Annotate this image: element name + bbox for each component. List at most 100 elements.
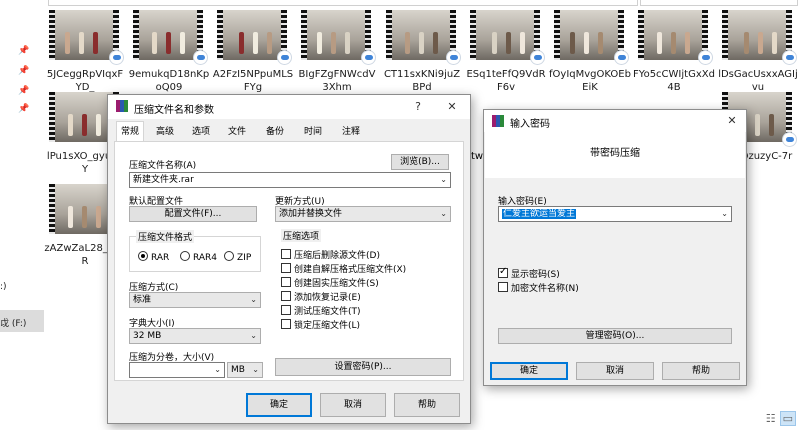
tab-time[interactable]: 时间 — [298, 123, 328, 141]
tab-files[interactable]: 文件 — [222, 123, 252, 141]
video-file-tile[interactable]: 5JCeggRpVIqxFYD_ — [44, 10, 126, 100]
archive-format-group: 压缩文件格式 RAR RAR4 ZIP — [129, 230, 261, 272]
update-mode-select[interactable]: 添加并替换文件 ⌄ — [275, 206, 451, 222]
tab-backup[interactable]: 备份 — [260, 123, 290, 141]
file-name-label: CT11sxKNi9juZBPd — [383, 69, 461, 93]
video-file-tile[interactable]: 9emukqD18nKpoQ09 — [128, 10, 210, 100]
cloud-sync-icon — [277, 50, 292, 65]
video-thumbnail — [638, 10, 708, 60]
archive-option-checkbox[interactable]: 创建固实压缩文件(S) — [281, 276, 379, 289]
archive-option-label: 压缩后删除源文件(D) — [294, 251, 380, 261]
nav-drive-f[interactable]: 戉 (F:) — [0, 316, 26, 329]
chevron-down-icon[interactable]: ⌄ — [440, 173, 447, 187]
video-file-tile[interactable]: A2FzI5NPpuMLSFYg — [212, 10, 294, 100]
browse-button[interactable]: 浏览(B)... — [391, 154, 449, 170]
chevron-down-icon: ⌄ — [250, 295, 257, 304]
tab-options[interactable]: 选项 — [186, 123, 216, 141]
video-thumbnail — [133, 10, 203, 60]
archive-dialog-titlebar[interactable]: 压缩文件名和参数 ? ✕ — [108, 95, 470, 119]
radio-selected-icon — [138, 251, 148, 261]
pin-icon: 📌 — [18, 66, 30, 76]
password-dialog-heading: 带密码压缩 — [590, 148, 640, 159]
chevron-down-icon[interactable]: ⌄ — [214, 363, 221, 377]
chevron-down-icon: ⌄ — [252, 365, 259, 374]
show-password-label: 显示密码(S) — [511, 270, 560, 280]
chevron-down-icon[interactable]: ⌄ — [721, 207, 728, 221]
password-dialog-titlebar[interactable]: 输入密码 ✕ — [484, 110, 746, 132]
cloud-sync-icon — [109, 50, 124, 65]
checkbox-icon — [281, 291, 291, 301]
help-icon[interactable]: ? — [410, 99, 426, 115]
address-bar-edge — [48, 0, 638, 6]
profiles-button[interactable]: 配置文件(F)... — [129, 206, 257, 222]
archive-name-value: 新建文件夹.rar — [133, 175, 194, 185]
split-size-input[interactable]: ⌄ — [129, 362, 225, 378]
cancel-button[interactable]: 取消 — [320, 393, 386, 417]
video-file-tile[interactable]: ESq1teFfQ9VdRF6v — [465, 10, 547, 100]
encrypt-file-names-checkbox[interactable]: 加密文件名称(N) — [498, 281, 579, 294]
enter-password-dialog: 输入密码 ✕ 带密码压缩 输入密码(E) 仁爱主欲运当爱主⌄ 显示密码(S) 加… — [483, 109, 747, 386]
archive-option-checkbox[interactable]: 创建自解压格式压缩文件(X) — [281, 262, 406, 275]
archive-option-checkbox[interactable]: 添加恢复记录(E) — [281, 290, 361, 303]
radio-format-zip[interactable]: ZIP — [224, 251, 251, 263]
video-thumbnail — [554, 10, 624, 60]
password-cancel-button[interactable]: 取消 — [576, 362, 654, 380]
details-icon[interactable]: ☷ — [766, 412, 776, 425]
cloud-sync-icon — [530, 50, 545, 65]
split-unit-select[interactable]: MB ⌄ — [227, 362, 263, 378]
tab-general[interactable]: 常规 — [116, 121, 144, 142]
pin-icon: 📌 — [18, 104, 30, 114]
video-thumbnail — [217, 10, 287, 60]
password-input[interactable]: 仁爱主欲运当爱主 ⌄ — [498, 206, 732, 222]
close-icon[interactable]: ✕ — [444, 99, 460, 115]
compression-method-value: 标准 — [133, 295, 152, 305]
radio-format-rar4[interactable]: RAR4 — [180, 251, 217, 263]
compression-method-select[interactable]: 标准 ⌄ — [129, 292, 261, 308]
split-unit-value: MB — [231, 365, 245, 375]
checkbox-checked-icon — [498, 266, 508, 278]
help-button[interactable]: 帮助 — [394, 393, 460, 417]
archive-option-checkbox[interactable]: 测试压缩文件(T) — [281, 304, 361, 317]
video-file-tile[interactable]: fOyIqMvgOKOEbEiK — [549, 10, 631, 100]
file-name-label: lDsGacUsxxAGIjvu — [718, 69, 798, 93]
cloud-sync-icon — [446, 50, 461, 65]
archive-option-checkbox[interactable]: 锁定压缩文件(L) — [281, 318, 361, 331]
file-name-label: FYo5cCWIjtGxXd4B — [633, 69, 715, 93]
archive-name-input[interactable]: 新建文件夹.rar ⌄ — [129, 172, 451, 188]
cloud-sync-icon — [782, 50, 797, 65]
update-mode-value: 添加并替换文件 — [279, 209, 343, 219]
video-file-tile[interactable]: CT11sxKNi9juZBPd — [381, 10, 463, 100]
organize-passwords-button[interactable]: 管理密码(O)... — [498, 328, 732, 344]
large-icons-icon[interactable]: ▭ — [779, 411, 796, 426]
radio-format-rar[interactable]: RAR — [138, 251, 169, 263]
video-file-tile[interactable]: FYo5cCWIjtGxXd4B — [633, 10, 715, 100]
video-thumbnail — [722, 10, 792, 60]
tab-advanced[interactable]: 高级 — [150, 123, 180, 141]
file-name-label: A2FzI5NPpuMLSFYg — [212, 69, 294, 93]
show-password-checkbox[interactable]: 显示密码(S) — [498, 266, 560, 280]
tab-comment[interactable]: 注释 — [336, 123, 366, 141]
password-help-button[interactable]: 帮助 — [662, 362, 740, 380]
dictionary-size-select[interactable]: 32 MB ⌄ — [129, 328, 261, 344]
cloud-sync-icon — [193, 50, 208, 65]
video-file-tile[interactable]: lDsGacUsxxAGIjvu — [717, 10, 799, 100]
nav-drive-c[interactable]: :) — [0, 282, 7, 292]
cloud-sync-icon — [361, 50, 376, 65]
video-thumbnail — [470, 10, 540, 60]
winrar-icon — [116, 100, 128, 112]
ok-button[interactable]: 确定 — [246, 393, 312, 417]
video-file-tile[interactable]: BIgFZgFNWcdV3Xhm — [296, 10, 378, 100]
winrar-icon — [492, 115, 504, 127]
archive-option-checkbox[interactable]: 压缩后删除源文件(D) — [281, 248, 380, 261]
video-thumbnail — [386, 10, 456, 60]
format-zip-label: ZIP — [237, 253, 252, 263]
radio-icon — [224, 251, 234, 261]
set-password-button[interactable]: 设置密码(P)... — [275, 358, 451, 376]
archive-option-label: 添加恢复记录(E) — [294, 293, 361, 303]
password-ok-button[interactable]: 确定 — [490, 362, 568, 380]
archive-option-label: 锁定压缩文件(L) — [294, 321, 361, 331]
archive-option-label: 创建固实压缩文件(S) — [294, 279, 379, 289]
file-name-label: fOyIqMvgOKOEbEiK — [549, 69, 631, 93]
close-icon[interactable]: ✕ — [724, 113, 740, 129]
pin-icon: 📌 — [18, 46, 30, 56]
